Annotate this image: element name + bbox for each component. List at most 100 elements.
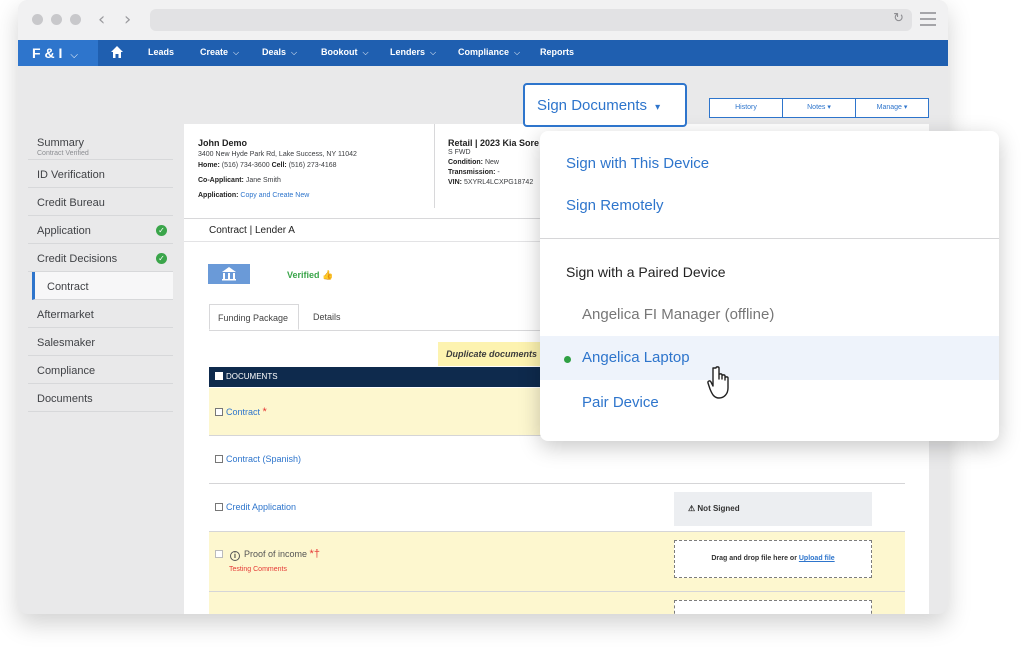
sidebar-item-label: Credit Decisions: [37, 253, 118, 265]
window-minimize-dot[interactable]: [51, 14, 62, 25]
sidebar-item-application[interactable]: Application ✓: [28, 216, 173, 244]
browser-chrome: ‹ › ↻: [18, 0, 948, 40]
verified-label: Verified: [287, 270, 320, 280]
warning-icon: ⚠: [688, 504, 696, 513]
sidebar-item-summary[interactable]: Summary Contract Verified: [28, 126, 173, 160]
chevron-down-icon: ⌵: [514, 48, 521, 57]
tab-details[interactable]: Details: [305, 304, 341, 330]
lender-logo: [208, 264, 250, 284]
dropzone-text: Drag and drop file here or: [711, 555, 797, 562]
transmission-value: -: [497, 169, 500, 176]
document-checkbox[interactable]: [215, 455, 223, 463]
document-row-next: [209, 592, 905, 614]
document-label[interactable]: i Proof of income *†: [215, 548, 320, 561]
home-icon[interactable]: [111, 46, 123, 59]
sidebar-item-label: ID Verification: [37, 169, 105, 181]
online-status-dot: [564, 356, 571, 363]
chevron-down-icon: ⌵: [70, 50, 78, 61]
reload-icon[interactable]: ↻: [893, 11, 904, 26]
customer-phones: Home: (516) 734-3600 Cell: (516) 273-416…: [198, 160, 434, 171]
chevron-left-icon[interactable]: ‹: [98, 9, 105, 30]
nav-label: Compliance: [458, 47, 510, 57]
nav-create[interactable]: Create ⌵: [200, 47, 239, 58]
menu-item-device-laptop[interactable]: Angelica Laptop: [540, 336, 999, 380]
hand-cursor-icon: [707, 366, 729, 399]
application-label: Application:: [198, 192, 239, 199]
customer-name: John Demo: [198, 138, 248, 148]
document-row-contract-spanish: Contract (Spanish): [209, 436, 905, 484]
nav-label: Reports: [540, 47, 575, 57]
top-navigation: F & I ⌵ Leads Create ⌵ Deals ⌵ Bookout ⌵ Len…: [18, 40, 948, 66]
sidebar-item-contract[interactable]: Contract: [32, 272, 173, 300]
chevron-down-icon: ⌵: [430, 48, 437, 57]
address-bar[interactable]: ↻: [150, 9, 912, 31]
co-applicant-name: Jane Smith: [245, 177, 281, 184]
document-comment: Testing Comments: [229, 566, 287, 573]
sidebar-item-label: Salesmaker: [37, 337, 96, 349]
document-label[interactable]: Credit Application: [215, 502, 296, 512]
bank-icon: [222, 267, 236, 281]
hamburger-icon[interactable]: [920, 12, 936, 30]
menu-item-sign-remotely[interactable]: Sign Remotely: [540, 197, 999, 214]
home-phone: (516) 734-3600: [221, 162, 270, 169]
sidebar: Summary Contract Verified ID Verificatio…: [28, 126, 173, 412]
notes-button[interactable]: Notes ▾: [782, 98, 856, 118]
document-name[interactable]: Proof of income: [244, 549, 307, 559]
document-name[interactable]: Contract: [226, 407, 260, 417]
copy-create-link[interactable]: Copy and Create New: [240, 192, 309, 199]
chevron-right-icon[interactable]: ›: [124, 9, 131, 30]
sidebar-item-credit-bureau[interactable]: Credit Bureau: [28, 188, 173, 216]
application-row: Application: Copy and Create New: [198, 190, 434, 201]
file-dropzone[interactable]: Drag and drop file here or Upload file: [674, 540, 872, 578]
document-checkbox[interactable]: [215, 408, 223, 416]
document-row-proof-of-income: i Proof of income *† Testing Comments Dra…: [209, 532, 905, 592]
document-checkbox[interactable]: [215, 503, 223, 511]
status-label: Not Signed: [697, 504, 740, 513]
document-label[interactable]: Contract *: [215, 406, 267, 418]
nav-bookout[interactable]: Bookout ⌵: [321, 47, 369, 58]
sidebar-item-documents[interactable]: Documents: [28, 384, 173, 412]
sign-documents-label: Sign Documents: [537, 97, 648, 114]
sign-documents-button[interactable]: Sign Documents ▾: [523, 83, 687, 127]
chevron-down-icon: ⌵: [362, 48, 369, 57]
window-close-dot[interactable]: [32, 14, 43, 25]
nav-label: Create: [200, 47, 229, 57]
tab-funding-package[interactable]: Funding Package: [209, 304, 299, 330]
document-checkbox[interactable]: [215, 550, 223, 558]
nav-compliance[interactable]: Compliance ⌵: [458, 47, 520, 58]
sidebar-item-aftermarket[interactable]: Aftermarket: [28, 300, 173, 328]
menu-item-sign-this-device[interactable]: Sign with This Device: [540, 155, 999, 172]
nav-leads[interactable]: Leads: [148, 47, 174, 57]
sidebar-item-id-verification[interactable]: ID Verification: [28, 160, 173, 188]
paired-device-header: Sign with a Paired Device: [566, 264, 726, 280]
nav-deals[interactable]: Deals ⌵: [262, 47, 297, 58]
required-mark: *: [262, 406, 267, 418]
sidebar-item-compliance[interactable]: Compliance: [28, 356, 173, 384]
verified-status: Verified 👍: [287, 270, 333, 281]
nav-reports[interactable]: Reports: [540, 47, 574, 57]
sidebar-item-credit-decisions[interactable]: Credit Decisions ✓: [28, 244, 173, 272]
file-dropzone[interactable]: [674, 600, 872, 614]
document-label[interactable]: Contract (Spanish): [215, 454, 301, 464]
brand-menu[interactable]: F & I ⌵: [18, 40, 98, 66]
window-zoom-dot[interactable]: [70, 14, 81, 25]
info-icon[interactable]: i: [230, 551, 240, 561]
check-circle-icon: ✓: [156, 253, 167, 264]
thumbs-up-icon: 👍: [322, 270, 334, 280]
document-name[interactable]: Credit Application: [226, 502, 296, 512]
document-name[interactable]: Contract (Spanish): [226, 454, 301, 464]
menu-item-device-offline[interactable]: Angelica FI Manager (offline): [540, 306, 999, 323]
sidebar-item-label: Aftermarket: [37, 309, 94, 321]
upload-file-link[interactable]: Upload file: [799, 555, 835, 562]
manage-button[interactable]: Manage ▾: [855, 98, 929, 118]
sidebar-item-salesmaker[interactable]: Salesmaker: [28, 328, 173, 356]
nav-label: Lenders: [390, 47, 426, 57]
menu-item-pair-device[interactable]: Pair Device: [540, 394, 999, 411]
history-button[interactable]: History: [709, 98, 783, 118]
summary-status: Contract Verified: [37, 150, 89, 157]
condition-value: New: [484, 159, 499, 166]
customer-address: 3400 New Hyde Park Rd, Lake Success, NY …: [198, 151, 357, 158]
select-all-checkbox[interactable]: [215, 372, 223, 380]
condition-label: Condition:: [448, 159, 483, 166]
nav-lenders[interactable]: Lenders ⌵: [390, 47, 436, 58]
